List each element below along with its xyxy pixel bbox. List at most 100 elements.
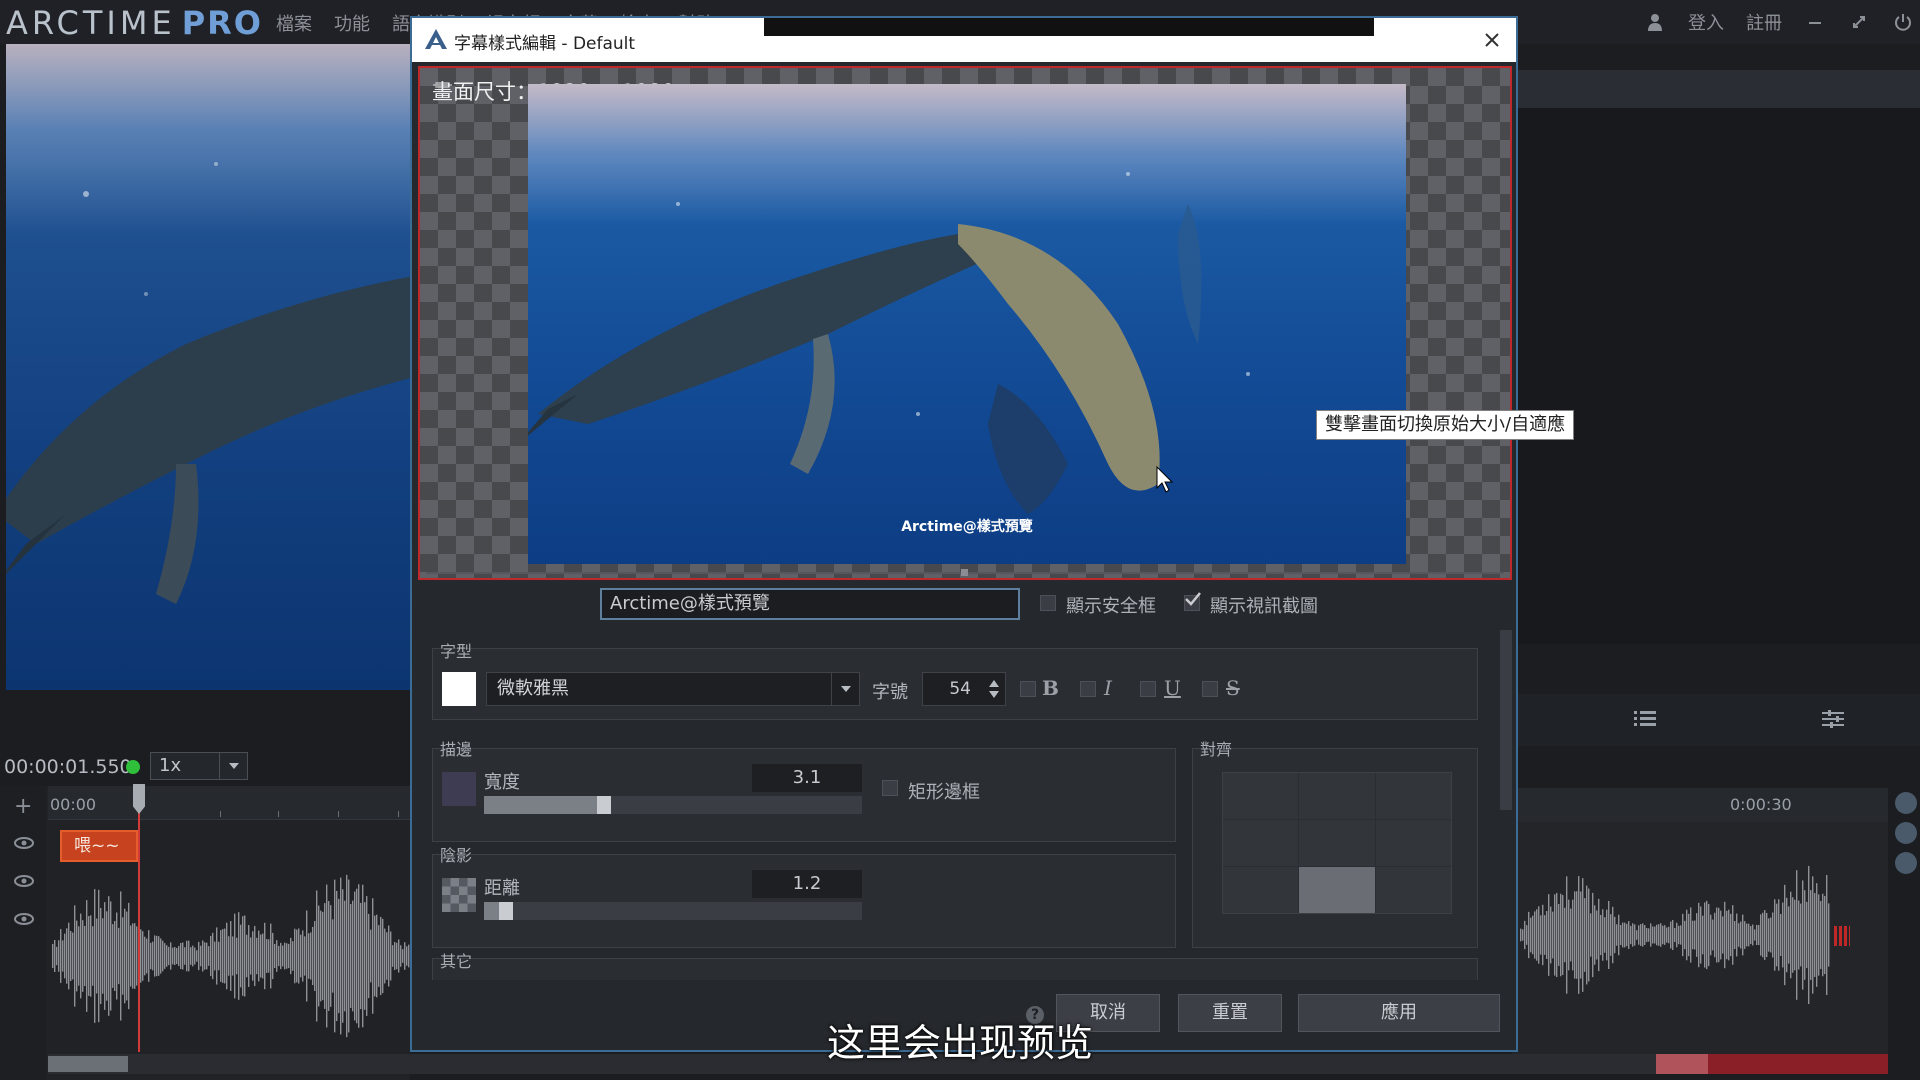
waveform-bar xyxy=(1644,925,1646,945)
outline-width-value[interactable]: 3.1 xyxy=(752,764,862,792)
waveform-bar xyxy=(1566,876,1568,994)
font-family-select[interactable]: 微軟雅黑 xyxy=(486,672,860,706)
waveform-bar xyxy=(1816,883,1818,987)
menu-item-functions[interactable]: 功能 xyxy=(334,10,370,36)
shadow-color-swatch[interactable] xyxy=(442,878,476,912)
zoom-fit-icon[interactable] xyxy=(1895,852,1917,874)
chevron-down-icon[interactable] xyxy=(831,673,859,705)
title-bar-overlay xyxy=(764,18,1374,36)
minimize-icon[interactable] xyxy=(1804,11,1826,33)
account-controls: 登入 註冊 xyxy=(1644,6,1920,38)
waveform-bar xyxy=(266,939,268,973)
ruler-start-time: 00:00 xyxy=(50,795,97,814)
chevron-down-icon[interactable] xyxy=(219,753,247,779)
eye-icon[interactable] xyxy=(14,912,34,926)
main-video-preview[interactable] xyxy=(6,44,410,690)
waveform-bar xyxy=(342,889,344,1023)
subtitle-clip[interactable]: 喂~~ xyxy=(60,830,138,862)
waveform-bar xyxy=(1808,865,1810,1005)
waveform-bar xyxy=(1574,891,1576,979)
waveform-bar xyxy=(1526,925,1528,945)
align-bottom-center[interactable] xyxy=(1299,867,1375,913)
show-safe-frame-checkbox[interactable] xyxy=(1040,595,1056,611)
waveform-bar xyxy=(1658,924,1660,946)
align-middle-right[interactable] xyxy=(1375,820,1451,866)
zoom-out-icon[interactable] xyxy=(1895,822,1917,844)
outline-color-swatch[interactable] xyxy=(442,772,476,806)
waveform-bar xyxy=(124,908,126,1004)
waveform-bar xyxy=(326,884,328,1028)
maximize-icon[interactable] xyxy=(1848,11,1870,33)
close-icon[interactable] xyxy=(1478,26,1506,54)
align-top-center[interactable] xyxy=(1299,773,1375,819)
waveform-bar xyxy=(122,917,124,995)
list-icon[interactable] xyxy=(1634,710,1656,732)
waveform-bar xyxy=(1576,891,1578,979)
dialog-scrollbar[interactable] xyxy=(1500,630,1512,810)
preview-video-frame[interactable]: Arctime@樣式預覽 xyxy=(528,84,1406,564)
font-size-stepper[interactable]: 54 xyxy=(922,672,1006,706)
menu-item-file[interactable]: 檔案 xyxy=(276,10,312,36)
align-bottom-left[interactable] xyxy=(1223,867,1299,913)
playback-speed-select[interactable]: 1x xyxy=(150,752,248,780)
align-top-right[interactable] xyxy=(1375,773,1451,819)
waveform-bar xyxy=(168,946,170,966)
waveform-bar xyxy=(1796,870,1798,1000)
waveform-bar xyxy=(1586,885,1588,985)
waveform-bar xyxy=(68,922,70,990)
waveform-bar xyxy=(90,915,92,997)
waveform-bar xyxy=(1784,884,1786,986)
underline-checkbox[interactable] xyxy=(1140,681,1156,697)
waveform-bar xyxy=(1664,925,1666,945)
waveform-bar xyxy=(1726,910,1728,960)
waveform-bar xyxy=(1546,911,1548,959)
shadow-distance-value[interactable]: 1.2 xyxy=(752,870,862,898)
shadow-distance-handle[interactable] xyxy=(499,902,513,920)
waveform-bar xyxy=(224,928,226,984)
font-color-swatch[interactable] xyxy=(442,672,476,706)
splitter-handle[interactable] xyxy=(961,569,968,576)
timeline-ruler[interactable]: 00:00 xyxy=(48,786,410,820)
waveform-bar xyxy=(1704,902,1706,968)
waveform-bar xyxy=(82,920,84,992)
style-preview-area[interactable]: 畫面尺寸：1920 × 1080 Arctime@樣式預覽 雙擊畫面切換原始大小… xyxy=(418,66,1575,580)
align-top-left[interactable] xyxy=(1223,773,1299,819)
waveform-bar xyxy=(62,940,64,972)
waveform-bar xyxy=(394,942,396,970)
rect-border-checkbox[interactable] xyxy=(882,780,898,796)
bold-checkbox[interactable] xyxy=(1020,681,1036,697)
preview-text-input[interactable]: Arctime@樣式預覽 xyxy=(600,588,1020,620)
waveform-bar xyxy=(116,912,118,1000)
outline-width-handle[interactable] xyxy=(597,796,611,814)
eye-icon[interactable] xyxy=(14,836,34,850)
waveform-bar xyxy=(304,936,306,976)
italic-checkbox[interactable] xyxy=(1080,681,1096,697)
waveform-bar xyxy=(318,905,320,1007)
waveform-bar xyxy=(370,929,372,983)
waveform-bar xyxy=(214,941,216,971)
user-icon[interactable] xyxy=(1644,11,1666,33)
waveform-bar xyxy=(1602,909,1604,961)
waveform-bar xyxy=(158,936,160,976)
add-track-icon[interactable]: + xyxy=(14,794,32,819)
align-bottom-right[interactable] xyxy=(1375,867,1451,913)
waveform-bar xyxy=(1620,924,1622,946)
align-middle-left[interactable] xyxy=(1223,820,1299,866)
waveform-bar xyxy=(58,940,60,972)
settings-sliders-icon[interactable] xyxy=(1822,710,1844,732)
login-link[interactable]: 登入 xyxy=(1688,9,1724,35)
waveform-bar xyxy=(404,942,406,970)
align-middle-center[interactable] xyxy=(1299,820,1375,866)
waveform-bar xyxy=(160,938,162,974)
waveform-bar xyxy=(110,901,112,1011)
strikethrough-checkbox[interactable] xyxy=(1202,681,1218,697)
power-icon[interactable] xyxy=(1892,11,1914,33)
shadow-distance-slider[interactable] xyxy=(484,902,862,920)
eye-icon[interactable] xyxy=(14,874,34,888)
register-link[interactable]: 註冊 xyxy=(1746,9,1782,35)
waveform-bar xyxy=(286,943,288,969)
waveform-bar xyxy=(1540,915,1542,955)
stepper-arrows-icon[interactable] xyxy=(987,677,1001,701)
zoom-in-icon[interactable] xyxy=(1895,792,1917,814)
outline-width-label: 寬度 xyxy=(484,772,520,793)
